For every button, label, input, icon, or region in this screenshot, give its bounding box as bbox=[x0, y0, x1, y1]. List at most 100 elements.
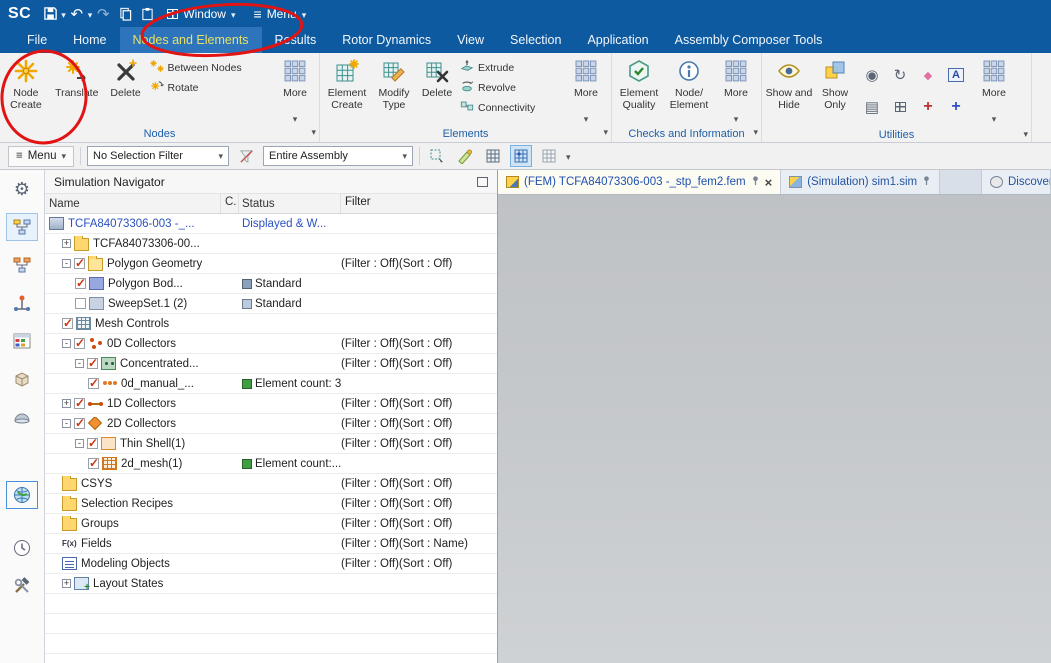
doc-tab-sim[interactable]: (Simulation) sim1.sim bbox=[781, 170, 941, 194]
checks-more-button[interactable]: More bbox=[714, 55, 758, 125]
tree-row[interactable]: + Layout States bbox=[45, 574, 497, 594]
node-create-button[interactable]: Node Create bbox=[2, 55, 50, 111]
undo-icon[interactable]: ↶ bbox=[66, 3, 88, 25]
window-menu-button[interactable]: Window bbox=[158, 0, 244, 27]
visibility-checkbox[interactable] bbox=[74, 337, 85, 350]
tree-row[interactable]: - 0D Collectors (Filter : Off)(Sort : Of… bbox=[45, 334, 497, 354]
pin-icon[interactable] bbox=[751, 175, 760, 189]
tree-row[interactable]: Polygon Bod... Standard bbox=[45, 274, 497, 294]
tab-selection[interactable]: Selection bbox=[497, 27, 574, 53]
reuse-library-button[interactable] bbox=[6, 327, 38, 355]
visibility-checkbox[interactable] bbox=[88, 457, 99, 470]
delete-element-button[interactable]: Delete bbox=[416, 55, 458, 110]
tree-row[interactable]: - 2D Collectors (Filter : Off)(Sort : Of… bbox=[45, 414, 497, 434]
3d-viewport[interactable] bbox=[498, 195, 1051, 663]
add-marker-icon[interactable]: + bbox=[915, 92, 941, 122]
show-only-button[interactable]: Show Only bbox=[814, 55, 856, 111]
node-element-info-button[interactable]: Node/ Element bbox=[664, 55, 714, 111]
group-dialog-arrow-icon[interactable] bbox=[753, 126, 758, 138]
tree-row[interactable]: - Polygon Geometry (Filter : Off)(Sort :… bbox=[45, 254, 497, 274]
save-icon[interactable] bbox=[39, 3, 61, 25]
tree-row[interactable]: SweepSet.1 (2) Standard bbox=[45, 294, 497, 314]
selection-filter-dropdown[interactable]: No Selection Filter bbox=[87, 146, 230, 166]
tree-row[interactable]: - Thin Shell(1) (Filter : Off)(Sort : Of… bbox=[45, 434, 497, 454]
group-label-elements[interactable]: Elements bbox=[320, 125, 611, 142]
column-header-status[interactable]: Status bbox=[239, 194, 341, 213]
sidebar-gear-button[interactable]: ⚙ bbox=[6, 175, 38, 203]
snap-grid-icon[interactable] bbox=[510, 145, 533, 167]
nodes-more-button[interactable]: More bbox=[273, 55, 317, 125]
add-label-icon[interactable]: + bbox=[943, 92, 969, 122]
annotation-letter-icon[interactable]: A bbox=[943, 60, 969, 90]
filter-off-icon[interactable] bbox=[235, 145, 257, 167]
group-dialog-arrow-icon[interactable] bbox=[1023, 128, 1028, 140]
tree-row[interactable]: Groups (Filter : Off)(Sort : Off) bbox=[45, 514, 497, 534]
roles-button[interactable] bbox=[6, 572, 38, 600]
tree-row[interactable]: Modeling Objects (Filter : Off)(Sort : O… bbox=[45, 554, 497, 574]
refresh-icon[interactable]: ↻ bbox=[887, 60, 913, 90]
delete-node-button[interactable]: Delete bbox=[104, 55, 148, 110]
tree-row[interactable]: + 1D Collectors (Filter : Off)(Sort : Of… bbox=[45, 394, 497, 414]
tree-row[interactable]: 0d_manual_... Element count: 3 bbox=[45, 374, 497, 394]
visibility-checkbox[interactable] bbox=[74, 256, 85, 270]
menu-button[interactable]: ≡ Menu bbox=[8, 145, 75, 167]
pin-icon[interactable] bbox=[922, 175, 931, 189]
visibility-checkbox[interactable] bbox=[62, 317, 73, 330]
connectivity-button[interactable]: Connectivity bbox=[460, 99, 562, 116]
post-processing-navigator-button[interactable] bbox=[6, 251, 38, 279]
visibility-checkbox[interactable] bbox=[87, 437, 98, 450]
visibility-checkbox[interactable] bbox=[74, 397, 85, 410]
column-header-name[interactable]: Name bbox=[45, 194, 221, 213]
undock-icon[interactable] bbox=[477, 176, 488, 187]
visibility-checkbox[interactable] bbox=[74, 417, 85, 430]
highlight-brush-icon[interactable] bbox=[454, 145, 476, 167]
elements-more-button[interactable]: More bbox=[564, 55, 608, 125]
notes-icon[interactable]: ▤ bbox=[859, 92, 885, 122]
work-grid-icon[interactable] bbox=[538, 145, 560, 167]
between-nodes-button[interactable]: Between Nodes bbox=[149, 59, 272, 76]
redo-icon[interactable]: ↷ bbox=[92, 3, 114, 25]
toolbar-overflow-arrow-icon[interactable] bbox=[566, 149, 571, 163]
selection-scope-dropdown[interactable]: Entire Assembly bbox=[263, 146, 414, 166]
paste-icon[interactable] bbox=[136, 3, 158, 25]
tree-row[interactable]: - Concentrated... (Filter : Off)(Sort : … bbox=[45, 354, 497, 374]
tab-home[interactable]: Home bbox=[60, 27, 119, 53]
titlebar-menu-button[interactable]: ≡ Menu bbox=[245, 0, 316, 27]
group-dialog-arrow-icon[interactable] bbox=[603, 126, 608, 138]
constraint-navigator-button[interactable] bbox=[6, 289, 38, 317]
modify-type-button[interactable]: Modify Type bbox=[372, 55, 416, 111]
tab-file[interactable]: File bbox=[14, 27, 60, 53]
close-tab-icon[interactable]: × bbox=[765, 176, 773, 189]
group-dialog-arrow-icon[interactable] bbox=[311, 126, 316, 138]
translate-node-button[interactable]: Translate bbox=[50, 55, 104, 110]
visibility-checkbox[interactable] bbox=[87, 357, 98, 370]
select-box-icon[interactable] bbox=[426, 145, 448, 167]
tree-row[interactable]: Mesh Controls bbox=[45, 314, 497, 334]
tree-row[interactable]: 2d_mesh(1) Element count:... bbox=[45, 454, 497, 474]
tree-row[interactable]: + TCFA84073306-00... bbox=[45, 234, 497, 254]
new-window-icon[interactable] bbox=[887, 92, 913, 122]
column-header-c[interactable]: C. bbox=[221, 194, 239, 213]
tree-row[interactable]: CSYS (Filter : Off)(Sort : Off) bbox=[45, 474, 497, 494]
expander-icon[interactable]: - bbox=[62, 259, 71, 268]
tree-row[interactable]: TCFA84073306-003 -_... Displayed & W... bbox=[45, 214, 497, 234]
tab-rotor-dynamics[interactable]: Rotor Dynamics bbox=[329, 27, 444, 53]
visibility-checkbox[interactable] bbox=[75, 277, 86, 290]
expander-icon[interactable]: + bbox=[62, 239, 71, 248]
tab-results[interactable]: Results bbox=[262, 27, 330, 53]
visibility-icon[interactable]: ◉ bbox=[859, 60, 885, 90]
web-browser-button[interactable] bbox=[6, 481, 38, 509]
simulation-navigator-button[interactable] bbox=[6, 213, 38, 241]
expander-icon[interactable]: + bbox=[62, 579, 71, 588]
rotate-node-button[interactable]: Rotate bbox=[150, 79, 272, 96]
doc-tab-fem[interactable]: (FEM) TCFA84073306-003 -_stp_fem2.fem × bbox=[498, 170, 782, 194]
copy-icon[interactable] bbox=[114, 3, 136, 25]
expander-icon[interactable]: - bbox=[75, 359, 84, 368]
visibility-checkbox[interactable] bbox=[75, 298, 86, 309]
group-label-nodes[interactable]: Nodes bbox=[0, 125, 319, 142]
revolve-button[interactable]: Revolve bbox=[460, 79, 562, 96]
element-quality-button[interactable]: Element Quality bbox=[614, 55, 664, 111]
marker-diamond-icon[interactable]: ◆ bbox=[915, 60, 941, 90]
tree-row[interactable]: Fields (Filter : Off)(Sort : Name) bbox=[45, 534, 497, 554]
group-label-utilities[interactable]: Utilities bbox=[762, 127, 1031, 142]
